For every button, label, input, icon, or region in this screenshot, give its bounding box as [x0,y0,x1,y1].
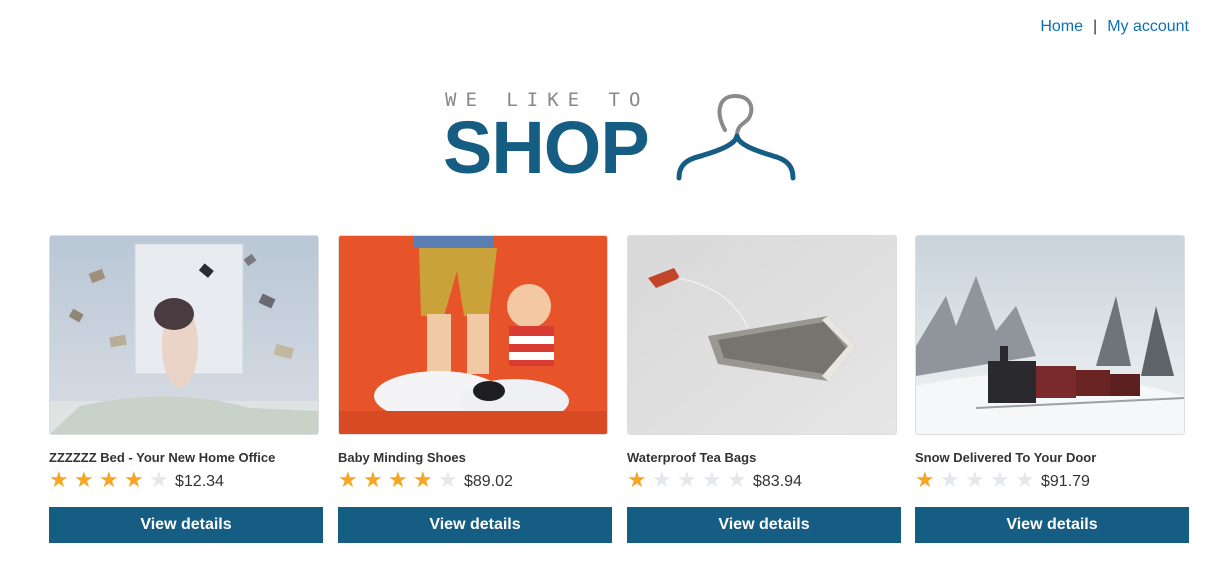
product-name: ZZZZZZ Bed - Your New Home Office [49,450,276,465]
star-empty-icon: ★ [677,467,697,492]
star-empty-icon: ★ [149,467,169,492]
star-empty-icon: ★ [940,467,960,492]
star-empty-icon: ★ [438,467,458,492]
hanger-icon [676,93,796,181]
product-price: $89.02 [464,472,513,490]
nav-separator: | [1093,18,1098,35]
product-image-shoes[interactable] [338,235,608,435]
product-rating: ★ ★ ★ ★ ★ $83.94 [627,469,901,491]
product-price: $83.94 [753,472,802,490]
product-image-tea-bags[interactable] [627,235,897,435]
star-empty-icon: ★ [727,467,747,492]
star-empty-icon: ★ [1015,467,1035,492]
home-link[interactable]: Home [1040,18,1083,35]
top-nav: Home | My account [1040,18,1189,36]
product-name: Snow Delivered To Your Door [915,450,1097,465]
product-rating: ★ ★ ★ ★ ★ $89.02 [338,469,612,491]
star-filled-icon: ★ [915,467,935,492]
star-empty-icon: ★ [702,467,722,492]
product-price: $12.34 [175,472,224,490]
star-empty-icon: ★ [990,467,1010,492]
view-details-button[interactable]: View details [338,507,612,543]
star-filled-icon: ★ [388,467,408,492]
product-card: Waterproof Tea Bags ★ ★ ★ ★ ★ $83.94 View de… [627,235,901,543]
product-card: Baby Minding Shoes ★ ★ ★ ★ ★ $89.02 View det… [338,235,612,543]
star-filled-icon: ★ [413,467,433,492]
star-filled-icon: ★ [363,467,383,492]
star-empty-icon: ★ [965,467,985,492]
star-filled-icon: ★ [124,467,144,492]
my-account-link[interactable]: My account [1107,18,1189,35]
product-card: ZZZZZZ Bed - Your New Home Office ★ ★ ★ ★ ★ … [49,235,323,543]
star-filled-icon: ★ [99,467,119,492]
shop-logo[interactable]: WE LIKE TO SHOP [443,85,803,185]
star-filled-icon: ★ [49,467,69,492]
star-empty-icon: ★ [652,467,672,492]
star-rating: ★ ★ ★ ★ ★ [627,469,752,491]
star-filled-icon: ★ [338,467,358,492]
product-grid: ZZZZZZ Bed - Your New Home Office ★ ★ ★ ★ ★ … [49,235,1189,545]
product-name: Baby Minding Shoes [338,450,466,465]
product-rating: ★ ★ ★ ★ ★ $12.34 [49,469,323,491]
star-rating: ★ ★ ★ ★ ★ [49,469,174,491]
view-details-button[interactable]: View details [627,507,901,543]
star-filled-icon: ★ [627,467,647,492]
view-details-button[interactable]: View details [915,507,1189,543]
product-image-snow-train[interactable] [915,235,1185,435]
product-rating: ★ ★ ★ ★ ★ $91.79 [915,469,1189,491]
star-filled-icon: ★ [74,467,94,492]
product-card: Snow Delivered To Your Door ★ ★ ★ ★ ★ $91.79… [915,235,1189,543]
star-rating: ★ ★ ★ ★ ★ [915,469,1040,491]
view-details-button[interactable]: View details [49,507,323,543]
star-rating: ★ ★ ★ ★ ★ [338,469,463,491]
product-image-bed[interactable] [49,235,319,435]
product-name: Waterproof Tea Bags [627,450,757,465]
product-price: $91.79 [1041,472,1090,490]
logo-brand: SHOP [443,106,650,189]
